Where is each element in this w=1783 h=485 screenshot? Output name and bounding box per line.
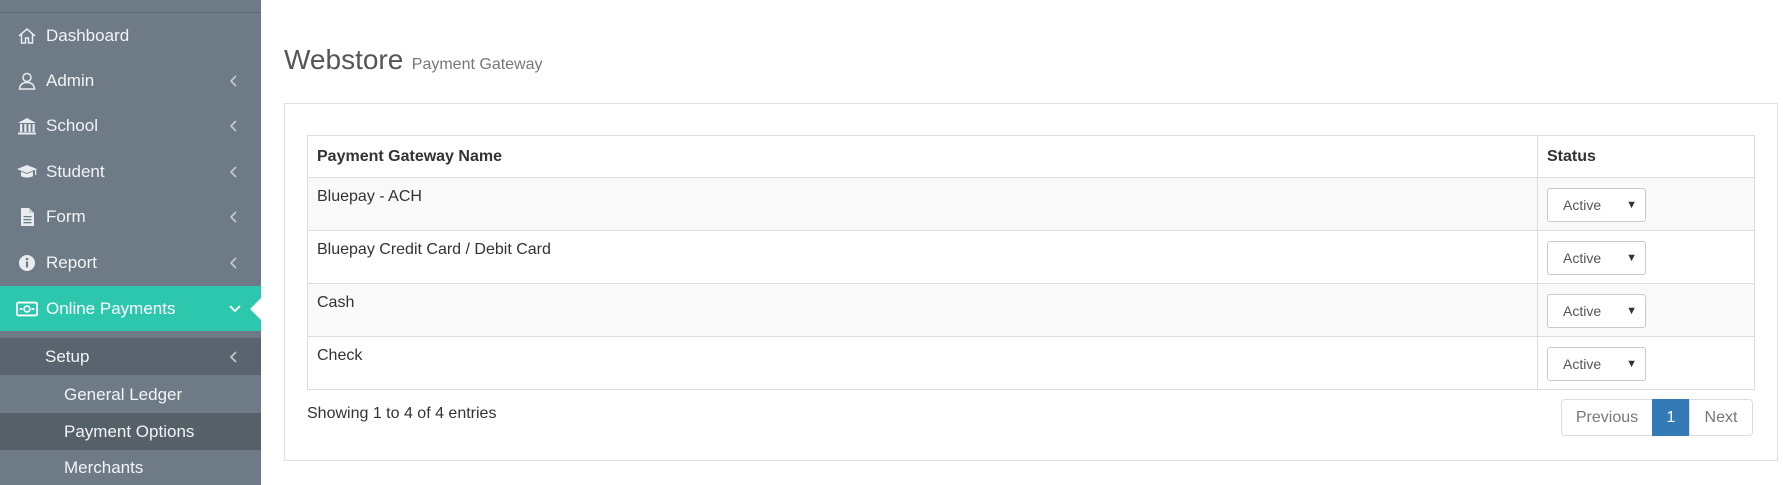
sidebar-item-online-payments[interactable]: Online Payments — [0, 286, 261, 331]
caret-down-icon: ▼ — [1626, 252, 1637, 264]
page-title-main: Webstore — [284, 44, 404, 75]
sidebar-item-dashboard[interactable]: Dashboard — [0, 13, 261, 58]
previous-page-button[interactable]: Previous — [1561, 399, 1653, 436]
status-select[interactable]: Active ▼ — [1547, 347, 1646, 381]
sidebar-item-label: Student — [46, 161, 105, 181]
sidebar-item-form[interactable]: Form — [0, 194, 261, 239]
page-subtitle: Payment Gateway — [411, 56, 543, 73]
status-select[interactable]: Active ▼ — [1547, 241, 1646, 275]
sidebar-item-label: General Ledger — [64, 384, 183, 404]
column-header-status[interactable]: Status — [1537, 135, 1755, 178]
table-row: Bluepay - ACH Active ▼ — [307, 177, 1755, 231]
status-select[interactable]: Active ▼ — [1547, 294, 1646, 328]
chevron-left-icon — [227, 350, 239, 363]
info-icon — [16, 252, 38, 274]
caret-down-icon: ▼ — [1626, 305, 1637, 317]
graduation-cap-icon — [16, 161, 38, 183]
gateway-name: Cash — [307, 283, 1538, 337]
sidebar-item-label: School — [46, 115, 98, 135]
home-icon — [16, 25, 38, 47]
status-cell: Active ▼ — [1537, 283, 1755, 337]
sidebar-item-label: Payment Options — [64, 421, 195, 441]
table-row: Check Active ▼ — [307, 336, 1755, 390]
chevron-left-icon — [227, 119, 239, 132]
status-cell: Active ▼ — [1537, 336, 1755, 390]
active-indicator — [250, 297, 261, 320]
chevron-left-icon — [227, 210, 239, 223]
page-1-button[interactable]: 1 — [1652, 399, 1690, 436]
sidebar-subitem-general-ledger[interactable]: General Ledger — [0, 376, 261, 413]
table-row: Cash Active ▼ — [307, 283, 1755, 337]
sidebar-item-label: Dashboard — [46, 25, 130, 45]
sidebar-item-school[interactable]: School — [0, 103, 261, 148]
sidebar-item-setup[interactable]: Setup — [0, 338, 261, 375]
sidebar-item-label: Online Payments — [46, 298, 176, 318]
money-icon — [16, 298, 38, 320]
next-page-button[interactable]: Next — [1689, 399, 1753, 436]
pagination: Previous 1 Next — [1561, 399, 1753, 436]
table-row: Bluepay Credit Card / Debit Card Active … — [307, 230, 1755, 284]
gateway-name: Bluepay - ACH — [307, 177, 1538, 231]
sidebar-item-label: Setup — [45, 346, 90, 366]
status-select-value: Active — [1563, 197, 1602, 213]
bank-icon — [16, 115, 38, 137]
table-header-row: Payment Gateway Name Status — [307, 135, 1755, 178]
sidebar-item-label: Report — [46, 252, 98, 272]
chevron-left-icon — [227, 74, 239, 87]
page-title: Webstore Payment Gateway — [284, 44, 543, 76]
sidebar-item-label: Form — [46, 206, 86, 226]
gateway-name: Bluepay Credit Card / Debit Card — [307, 230, 1538, 284]
status-select-value: Active — [1563, 250, 1602, 266]
caret-down-icon: ▼ — [1626, 199, 1637, 211]
status-select-value: Active — [1563, 356, 1602, 372]
sidebar-item-admin[interactable]: Admin — [0, 58, 261, 103]
file-icon — [16, 206, 38, 228]
sidebar-subitem-payment-options[interactable]: Payment Options — [0, 413, 261, 450]
sidebar: Dashboard Admin School Student Form Repo — [0, 0, 261, 485]
sidebar-subitem-merchants[interactable]: Merchants — [0, 449, 261, 485]
status-select[interactable]: Active ▼ — [1547, 188, 1646, 222]
chevron-left-icon — [227, 165, 239, 178]
status-select-value: Active — [1563, 303, 1602, 319]
table-info: Showing 1 to 4 of 4 entries — [307, 405, 497, 422]
chevron-left-icon — [227, 256, 239, 269]
chevron-down-icon — [229, 303, 241, 315]
sidebar-item-label: Merchants — [64, 457, 144, 477]
sidebar-item-student[interactable]: Student — [0, 149, 261, 194]
sidebar-item-report[interactable]: Report — [0, 240, 261, 285]
payment-gateway-table: Payment Gateway Name Status Bluepay - AC… — [307, 135, 1755, 390]
status-cell: Active ▼ — [1537, 177, 1755, 231]
gateway-name: Check — [307, 336, 1538, 390]
column-header-name[interactable]: Payment Gateway Name — [307, 135, 1538, 178]
caret-down-icon: ▼ — [1626, 358, 1637, 370]
status-cell: Active ▼ — [1537, 230, 1755, 284]
user-icon — [16, 70, 38, 92]
sidebar-item-label: Admin — [46, 70, 95, 90]
